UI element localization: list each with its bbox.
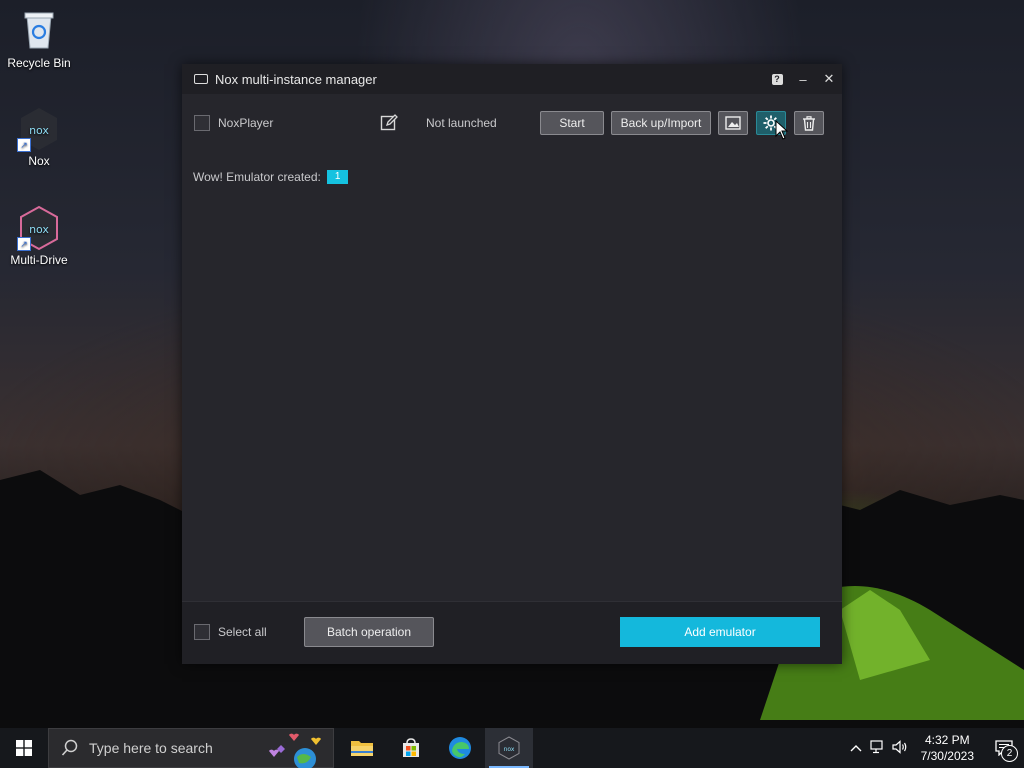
minimize-button[interactable]: – — [790, 64, 816, 94]
nox-taskbar-icon: nox — [498, 736, 520, 760]
search-highlights-icon — [269, 733, 321, 768]
created-text: Wow! Emulator created: — [193, 170, 321, 184]
nox-icon: nox ↗ — [17, 106, 61, 152]
taskbar-file-explorer[interactable] — [338, 728, 386, 768]
taskbar-microsoft-store[interactable] — [387, 728, 435, 768]
volume-icon — [892, 739, 906, 754]
network-icon — [870, 739, 883, 753]
desktop-icon-multi-drive[interactable]: nox ↗ Multi-Drive — [1, 205, 77, 267]
image-icon — [725, 116, 741, 130]
trash-icon — [803, 115, 815, 131]
volume-button[interactable] — [889, 739, 911, 757]
batch-operation-button[interactable]: Batch operation — [304, 617, 434, 647]
nox-manager-window: Nox multi-instance manager ? – ✕ NoxPlay… — [182, 64, 842, 664]
instance-name: NoxPlayer — [218, 116, 274, 130]
folder-icon — [351, 741, 373, 756]
created-count-badge: 1 — [326, 170, 349, 184]
svg-text:nox: nox — [504, 746, 515, 753]
window-title: Nox multi-instance manager — [215, 71, 377, 87]
desktop-icon-recycle-bin[interactable]: Recycle Bin — [1, 8, 77, 70]
window-footer: Select all Batch operation Add emulator — [182, 601, 842, 664]
help-button[interactable]: ? — [764, 64, 790, 94]
start-button[interactable] — [0, 728, 48, 768]
edit-icon — [380, 114, 398, 131]
svg-text:nox: nox — [29, 223, 49, 236]
taskbar-nox-app[interactable]: nox — [485, 728, 533, 768]
clock-date: 7/30/2023 — [920, 749, 974, 763]
emulator-created-message: Wow! Emulator created: 1 — [193, 170, 349, 184]
desktop-icon-label: Recycle Bin — [7, 56, 71, 70]
windows-logo-icon — [16, 740, 32, 756]
help-icon: ? — [771, 73, 783, 85]
system-tray: 4:32 PM 7/30/2023 2 — [845, 728, 1024, 768]
edge-icon — [449, 737, 471, 759]
notification-center-button[interactable]: 2 — [984, 728, 1024, 768]
multi-drive-icon: nox ↗ — [17, 205, 61, 251]
add-emulator-button[interactable]: Add emulator — [620, 617, 820, 647]
taskbar-edge[interactable] — [436, 728, 484, 768]
store-icon — [403, 738, 419, 757]
select-all-checkbox[interactable] — [194, 624, 210, 640]
instance-checkbox[interactable] — [194, 115, 210, 131]
desktop-icon-nox[interactable]: nox ↗ Nox — [1, 106, 77, 168]
clock-time: 4:32 PM — [924, 733, 970, 747]
app-icon — [194, 74, 208, 84]
shortcut-button[interactable] — [718, 111, 748, 135]
mouse-cursor-icon — [775, 120, 789, 140]
desktop-icon-label: Multi-Drive — [10, 253, 68, 267]
taskbar-search-box[interactable]: Type here to search — [48, 728, 334, 768]
taskbar-clock[interactable]: 4:32 PM 7/30/2023 — [921, 732, 974, 764]
window-titlebar[interactable]: Nox multi-instance manager ? – ✕ — [182, 64, 842, 94]
recycle-bin-icon — [17, 8, 61, 52]
shortcut-arrow-icon: ↗ — [17, 138, 31, 152]
network-button[interactable] — [867, 739, 889, 757]
select-all-label: Select all — [218, 625, 267, 639]
start-button[interactable]: Start — [540, 111, 604, 135]
delete-button[interactable] — [794, 111, 824, 135]
svg-text:nox: nox — [29, 124, 49, 137]
show-hidden-icons-button[interactable] — [845, 741, 867, 755]
instance-status: Not launched — [426, 116, 497, 130]
close-button[interactable]: ✕ — [816, 64, 842, 94]
backup-import-button[interactable]: Back up/Import — [611, 111, 711, 135]
rename-button[interactable] — [380, 114, 398, 132]
taskbar: Type here to search nox 4:32 PM 7/30/202… — [0, 728, 1024, 768]
search-icon — [61, 739, 78, 756]
notification-count-badge: 2 — [1001, 745, 1018, 762]
search-placeholder: Type here to search — [89, 740, 213, 756]
desktop-icon-label: Nox — [28, 154, 50, 168]
chevron-up-icon — [850, 745, 862, 752]
shortcut-arrow-icon: ↗ — [17, 237, 31, 251]
